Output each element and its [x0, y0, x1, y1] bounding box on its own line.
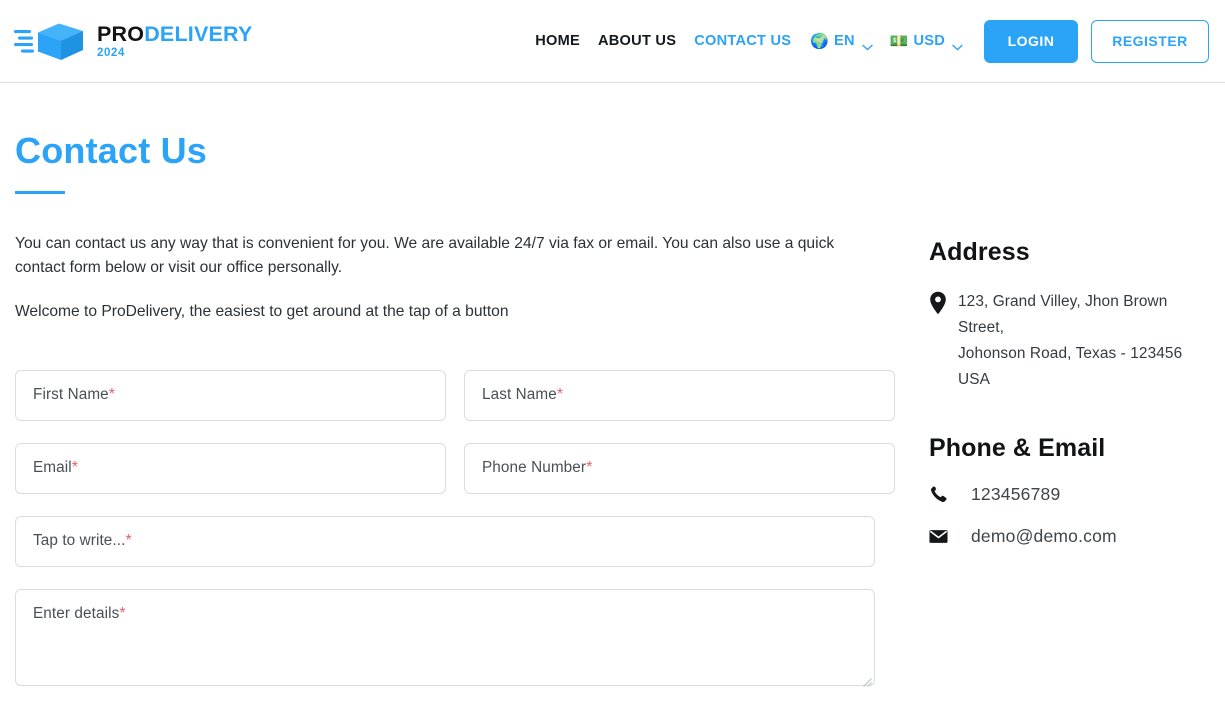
resize-handle-icon[interactable]	[863, 674, 872, 683]
required-asterisk: *	[557, 386, 563, 404]
contact-form: First Name* Last Name* Email* Phone Numb…	[15, 370, 895, 686]
email-address: demo@demo.com	[971, 526, 1117, 547]
email-input[interactable]: Email*	[15, 443, 446, 494]
envelope-icon	[929, 529, 949, 544]
email-row[interactable]: demo@demo.com	[929, 526, 1209, 547]
address-lines: 123, Grand Villey, Jhon Brown Street, Jo…	[958, 289, 1209, 393]
map-pin-icon	[929, 291, 947, 393]
required-asterisk: *	[119, 605, 125, 622]
logo-text: PRODELIVERY 2024	[97, 23, 253, 60]
intro-paragraph-1: You can contact us any way that is conve…	[15, 232, 875, 280]
page-body: Contact Us You can contact us any way th…	[0, 132, 1225, 686]
required-asterisk: *	[109, 386, 115, 404]
chevron-down-icon	[862, 38, 873, 45]
register-button[interactable]: REGISTER	[1091, 20, 1209, 63]
phone-number-input[interactable]: Phone Number*	[464, 443, 895, 494]
subject-input[interactable]: Tap to write...*	[15, 516, 875, 567]
address-block: 123, Grand Villey, Jhon Brown Street, Jo…	[929, 289, 1209, 393]
content-area: You can contact us any way that is conve…	[15, 232, 1209, 686]
phone-number-placeholder: Phone Number	[482, 459, 586, 477]
logo-word-pro: PRO	[97, 22, 144, 46]
contact-form-column: You can contact us any way that is conve…	[15, 232, 895, 686]
email-placeholder: Email	[33, 459, 72, 477]
form-row-contact: Email* Phone Number*	[15, 443, 895, 494]
banknote-icon: 💵	[890, 34, 909, 49]
language-selector[interactable]: 🌍 EN	[800, 27, 879, 55]
details-textarea[interactable]: Enter details*	[15, 589, 875, 686]
currency-selector[interactable]: 💵 USD	[880, 27, 970, 55]
logo-title: PRODELIVERY	[97, 24, 253, 46]
language-label: EN	[834, 33, 855, 49]
main-nav: HOME ABOUT US CONTACT US 🌍 EN 💵 USD LOGI…	[526, 20, 1209, 63]
nav-item-home[interactable]: HOME	[526, 27, 589, 55]
last-name-input[interactable]: Last Name*	[464, 370, 895, 421]
last-name-placeholder: Last Name	[482, 386, 557, 404]
phone-number: 123456789	[971, 484, 1060, 505]
form-row-name: First Name* Last Name*	[15, 370, 895, 421]
nav-item-contact-us[interactable]: CONTACT US	[685, 27, 800, 55]
package-box-icon	[14, 18, 88, 64]
title-underline-accent	[15, 191, 65, 194]
phone-email-heading: Phone & Email	[929, 434, 1209, 463]
page-title: Contact Us	[15, 132, 1209, 170]
logo[interactable]: PRODELIVERY 2024	[14, 18, 253, 64]
address-line-2: Johonson Road, Texas - 123456	[958, 341, 1209, 367]
required-asterisk: *	[586, 459, 592, 477]
phone-icon	[929, 485, 949, 504]
globe-icon: 🌍	[810, 34, 829, 49]
address-line-3: USA	[958, 367, 1209, 393]
chevron-down-icon	[952, 38, 963, 45]
phone-row[interactable]: 123456789	[929, 484, 1209, 505]
nav-item-about-us[interactable]: ABOUT US	[589, 27, 685, 55]
logo-year: 2024	[97, 48, 253, 60]
address-heading: Address	[929, 238, 1209, 267]
first-name-input[interactable]: First Name*	[15, 370, 446, 421]
required-asterisk: *	[72, 459, 78, 477]
site-header: PRODELIVERY 2024 HOME ABOUT US CONTACT U…	[0, 0, 1225, 83]
address-line-1: 123, Grand Villey, Jhon Brown Street,	[958, 289, 1209, 341]
logo-word-delivery: DELIVERY	[144, 22, 252, 46]
required-asterisk: *	[125, 532, 131, 550]
subject-placeholder: Tap to write...	[33, 532, 125, 550]
details-placeholder: Enter details	[33, 605, 119, 622]
currency-label: USD	[913, 33, 945, 49]
contact-info-column: Address 123, Grand Villey, Jhon Brown St…	[895, 232, 1209, 547]
intro-paragraph-2: Welcome to ProDelivery, the easiest to g…	[15, 300, 875, 324]
form-row-subject: Tap to write...*	[15, 516, 895, 567]
login-button[interactable]: LOGIN	[984, 20, 1078, 63]
first-name-placeholder: First Name	[33, 386, 109, 404]
